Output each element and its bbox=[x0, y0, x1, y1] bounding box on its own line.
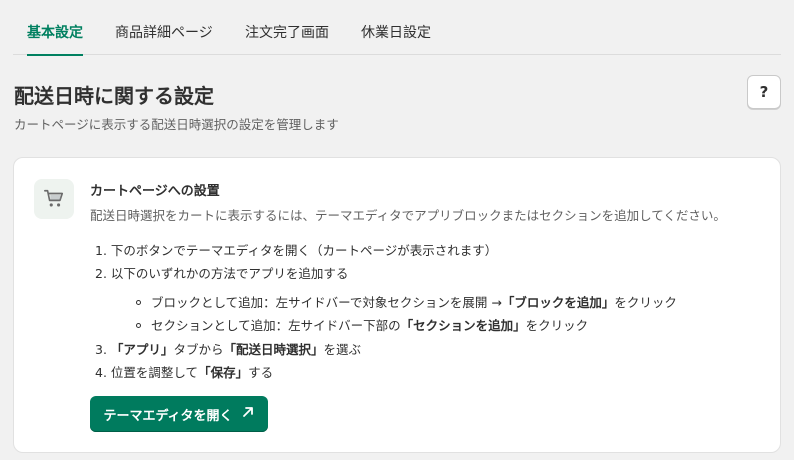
bullet-emphasis: 「セクションを追加」 bbox=[400, 318, 526, 333]
step-text: 以下のいずれかの方法でアプリを追加する bbox=[110, 266, 349, 281]
step-emphasis: 「配送日時選択」 bbox=[223, 342, 324, 357]
step-number: 4. bbox=[95, 365, 107, 380]
page-title: 配送日時に関する設定 bbox=[14, 84, 214, 108]
bullet-add-section: セクションとして追加：左サイドバー下部の「セクションを追加」をクリック bbox=[136, 315, 588, 334]
open-theme-editor-button[interactable]: テーマエディタを開く bbox=[90, 396, 268, 432]
step-4: 4. 位置を調整して「保存」する bbox=[95, 362, 273, 381]
step-number: 3. bbox=[95, 342, 107, 357]
page-subtitle: カートページに表示する配送日時選択の設定を管理します bbox=[14, 117, 339, 132]
bullet-text-end: をクリック bbox=[525, 318, 589, 333]
button-label: テーマエディタを開く bbox=[103, 408, 233, 424]
step-text: 下のボタンでテーマエディタを開く（カートページが表示されます） bbox=[110, 243, 498, 258]
step-text: 位置を調整して bbox=[110, 365, 199, 380]
bullet-text: ブロックとして追加：左サイドバーで対象セクションを展開 → bbox=[151, 295, 502, 310]
bullet-add-block: ブロックとして追加：左サイドバーで対象セクションを展開 →「ブロックを追加」をク… bbox=[136, 292, 677, 311]
tab-holiday-settings[interactable]: 休業日設定 bbox=[361, 22, 431, 55]
step-text-end: を選ぶ bbox=[323, 342, 361, 357]
bullet-dot bbox=[136, 323, 141, 328]
tab-basic-settings[interactable]: 基本設定 bbox=[27, 22, 83, 56]
tab-order-complete-screen[interactable]: 注文完了画面 bbox=[245, 22, 329, 55]
card-description: 配送日時選択をカートに表示するには、テーマエディタでアプリブロックまたはセクショ… bbox=[90, 208, 726, 223]
card-title: カートページへの設置 bbox=[90, 184, 220, 199]
step-1: 1. 下のボタンでテーマエディタを開く（カートページが表示されます） bbox=[95, 240, 497, 259]
bullet-text-end: をクリック bbox=[614, 295, 677, 310]
step-emphasis-app: 「アプリ」 bbox=[110, 342, 174, 357]
step-2: 2. 以下のいずれかの方法でアプリを追加する bbox=[95, 263, 348, 282]
step-emphasis: 「保存」 bbox=[198, 365, 249, 380]
step-text: タブから bbox=[173, 342, 224, 357]
tab-product-detail-page[interactable]: 商品詳細ページ bbox=[115, 22, 213, 55]
bullet-text: セクションとして追加：左サイドバー下部の bbox=[151, 318, 401, 333]
shopping-cart-icon bbox=[34, 179, 74, 219]
step-number: 2. bbox=[95, 266, 107, 281]
step-text-end: する bbox=[248, 365, 274, 380]
bullet-emphasis: 「ブロックを追加」 bbox=[501, 295, 615, 310]
help-button[interactable]: ? bbox=[747, 75, 781, 109]
step-3: 3. 「アプリ」タブから「配送日時選択」を選ぶ bbox=[95, 339, 361, 358]
tab-bar: 基本設定 商品詳細ページ 注文完了画面 休業日設定 bbox=[13, 0, 781, 56]
step-number: 1. bbox=[95, 243, 107, 258]
arrow-up-right-icon bbox=[241, 405, 255, 423]
bullet-dot bbox=[136, 300, 141, 305]
cart-page-setup-card: カートページへの設置 配送日時選択をカートに表示するには、テーマエディタでアプリ… bbox=[13, 157, 781, 453]
